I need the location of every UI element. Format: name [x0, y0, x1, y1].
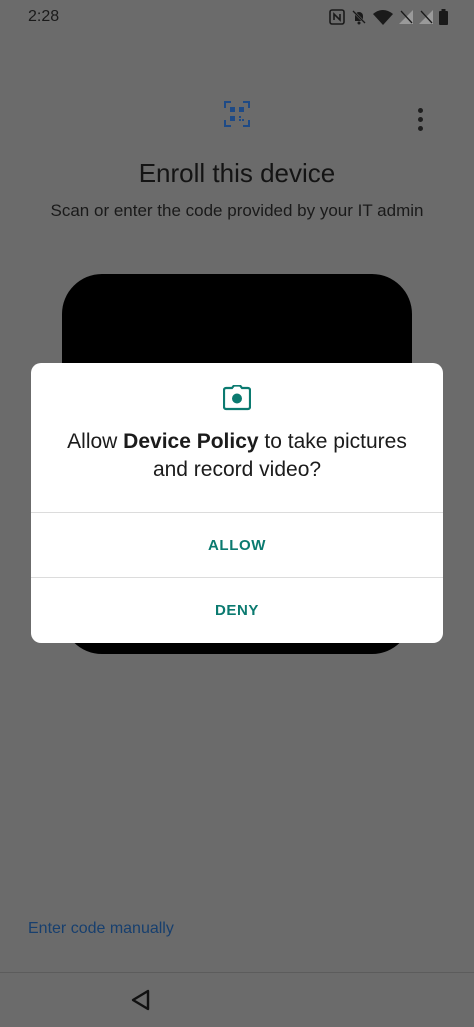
qr-code-icon: [224, 101, 250, 127]
screen: 2:28 Enroll this device Scan or enter th…: [0, 0, 474, 1027]
more-vert-icon[interactable]: [408, 104, 432, 134]
signal-icon: [419, 10, 433, 24]
status-icons: [329, 9, 448, 25]
wifi-icon: [373, 10, 393, 25]
back-icon[interactable]: [126, 985, 156, 1015]
battery-icon: [439, 9, 448, 25]
allow-button[interactable]: ALLOW: [31, 513, 443, 577]
nfc-icon: [329, 9, 345, 25]
dialog-message-prefix: Allow: [67, 430, 124, 453]
dialog-app-name: Device Policy: [123, 430, 259, 453]
enter-code-manually-link[interactable]: Enter code manually: [28, 920, 174, 938]
bell-off-icon: [352, 10, 366, 25]
dialog-message: Allow Device Policy to take pictures and…: [51, 428, 423, 484]
status-bar: 2:28: [0, 0, 474, 36]
page-subtitle: Scan or enter the code provided by your …: [50, 201, 424, 220]
status-time: 2:28: [28, 8, 60, 25]
camera-icon: [223, 385, 251, 411]
deny-button[interactable]: DENY: [31, 578, 443, 642]
signal-icon: [399, 10, 413, 24]
permission-dialog: Allow Device Policy to take pictures and…: [31, 363, 443, 643]
page-title: Enroll this device: [138, 158, 336, 188]
nav-divider: [0, 972, 474, 973]
